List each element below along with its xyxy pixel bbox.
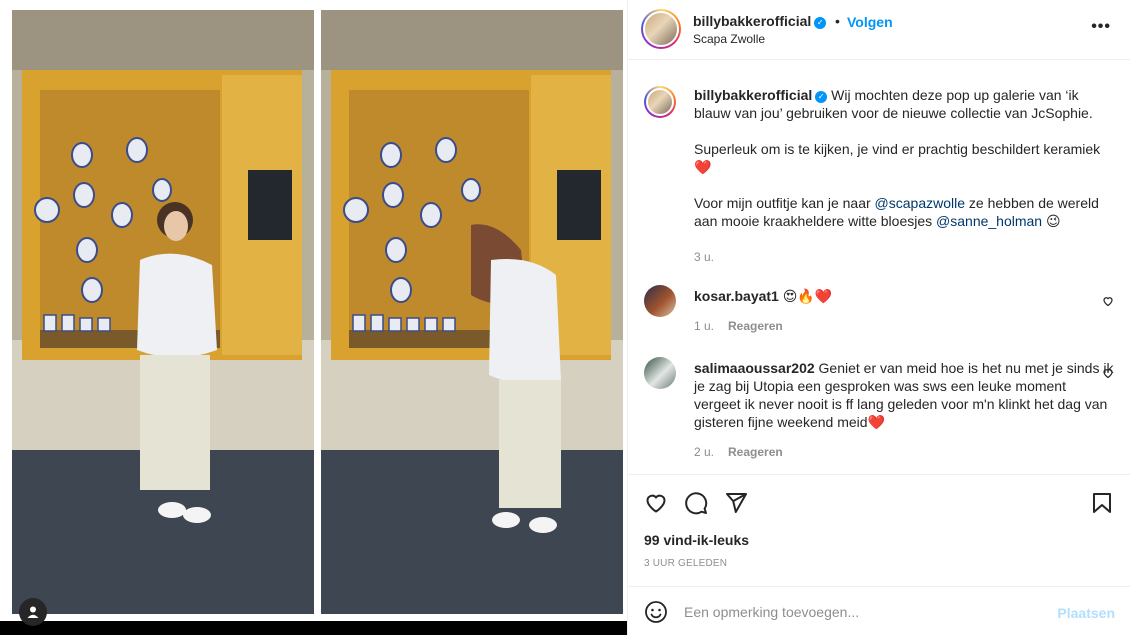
- caption-avatar[interactable]: [644, 86, 676, 118]
- comment-meta: 2 u. Reageren: [694, 443, 1114, 461]
- verified-badge-icon: ✓: [814, 17, 827, 29]
- reply-button[interactable]: Reageren: [728, 445, 783, 459]
- post-timestamp: 3 UUR GELEDEN: [644, 558, 728, 569]
- comment-icon[interactable]: [684, 491, 708, 515]
- emoji-icon[interactable]: [644, 600, 668, 624]
- caption-paragraph-1: billybakkerofficial ✓ Wij mochten deze po…: [694, 86, 1114, 122]
- mention-link-sanne-holman[interactable]: @sanne_holman: [936, 213, 1042, 229]
- share-icon[interactable]: [724, 491, 748, 515]
- post-header: billybakkerofficial ✓ • Volgen Scapa Zwol…: [628, 0, 1130, 60]
- user-icon: [27, 606, 39, 618]
- comment-meta: 1 u. Reageren: [694, 317, 1114, 335]
- verified-badge-icon: ✓: [815, 91, 828, 103]
- more-options-icon[interactable]: •••: [1091, 18, 1111, 36]
- comment-text: 😍🔥❤️: [782, 288, 833, 304]
- follow-button[interactable]: Volgen: [847, 14, 893, 30]
- reply-button[interactable]: Reageren: [728, 319, 783, 333]
- like-comment-heart-icon[interactable]: [1102, 367, 1114, 379]
- separator-dot: •: [835, 13, 840, 29]
- author-avatar[interactable]: [641, 9, 681, 49]
- caption-paragraph-3: Voor mijn outfitje kan je naar @scapazwo…: [694, 194, 1114, 230]
- caption-timestamp[interactable]: 3 u.: [694, 248, 1114, 266]
- tagged-users-button[interactable]: [19, 598, 47, 626]
- comment-body: salimaaoussar202 Geniet er van meid hoe …: [694, 359, 1114, 461]
- caption-body: billybakkerofficial ✓ Wij mochten deze po…: [694, 86, 1114, 266]
- commenter-avatar[interactable]: [644, 285, 676, 317]
- post-media[interactable]: [0, 0, 627, 635]
- photo-woman-posing: [12, 10, 314, 614]
- media-collage: [0, 0, 627, 621]
- caption-text-3a: Voor mijn outfitje kan je naar: [694, 195, 875, 211]
- post-comment-button[interactable]: Plaatsen: [1057, 605, 1115, 621]
- comment-body: kosar.bayat1 😍🔥❤️ 1 u. Reageren: [694, 287, 1114, 335]
- commenter-avatar[interactable]: [644, 357, 676, 389]
- bookmark-icon[interactable]: [1090, 491, 1114, 515]
- like-comment-heart-icon[interactable]: [1102, 295, 1114, 307]
- like-count[interactable]: 99 vind-ik-leuks: [644, 532, 749, 548]
- location-link[interactable]: Scapa Zwolle: [693, 32, 765, 46]
- photo-woman-browsing: [321, 10, 623, 614]
- heart-icon[interactable]: [644, 491, 668, 515]
- comment-timestamp[interactable]: 1 u.: [694, 319, 714, 333]
- instagram-post-modal: billybakkerofficial ✓ • Volgen Scapa Zwol…: [0, 0, 1130, 635]
- caption-text-3c: 😉: [1042, 213, 1061, 229]
- author-username-link[interactable]: billybakkerofficial ✓: [693, 13, 827, 29]
- comment-timestamp[interactable]: 2 u.: [694, 445, 714, 459]
- mention-link-scapazwolle[interactable]: @scapazwolle: [875, 195, 965, 211]
- post-actions: 99 vind-ik-leuks 3 UUR GELEDEN: [628, 474, 1130, 586]
- post-side-panel: billybakkerofficial ✓ • Volgen Scapa Zwol…: [627, 0, 1130, 635]
- comment-composer: Plaatsen: [628, 586, 1130, 635]
- comments-list[interactable]: billybakkerofficial ✓ Wij mochten deze po…: [628, 61, 1130, 474]
- caption-paragraph-2: Superleuk om is te kijken, je vind er pr…: [694, 141, 1101, 175]
- commenter-username-link[interactable]: kosar.bayat1: [694, 288, 779, 304]
- caption-username-link[interactable]: billybakkerofficial: [694, 87, 812, 103]
- comment-input[interactable]: [684, 599, 1044, 625]
- commenter-username-link[interactable]: salimaaoussar202: [694, 360, 815, 376]
